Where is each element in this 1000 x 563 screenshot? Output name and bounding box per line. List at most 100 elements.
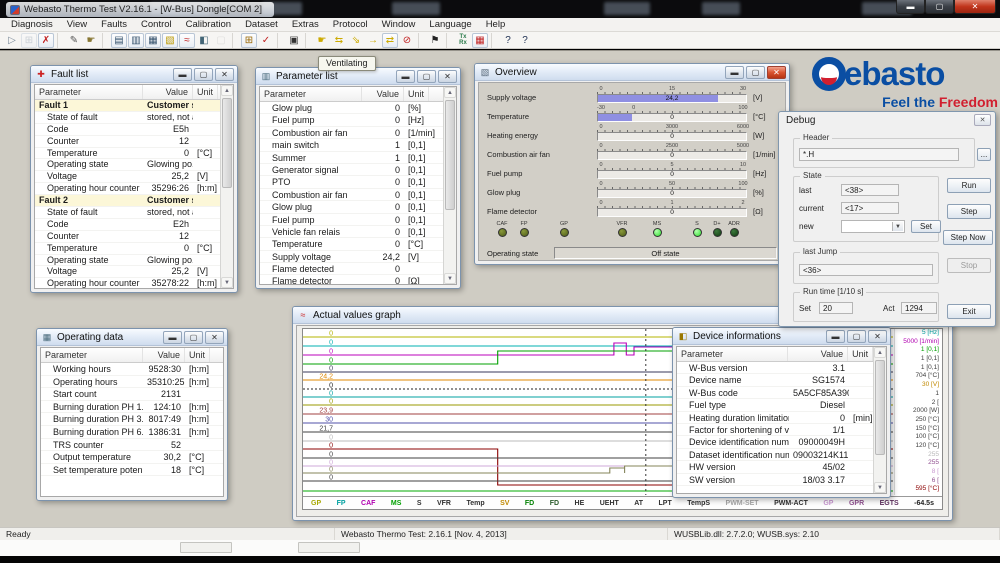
column-header-value[interactable]: Value (362, 87, 404, 101)
tx-rx-icon[interactable]: Tx Rx (455, 33, 471, 48)
step-now-button[interactable]: Step Now (943, 230, 993, 245)
table-row[interactable]: Glow plug0[%] (260, 102, 443, 114)
exit-button[interactable]: Exit (947, 304, 991, 319)
restore-button[interactable]: ▢ (847, 330, 866, 343)
debug-titlebar[interactable]: Debug ✕ (779, 112, 995, 128)
scroll-down-icon[interactable]: ▼ (221, 277, 233, 288)
operating-data-titlebar[interactable]: ▦ Operating data ▬ ▢ ✕ (37, 329, 227, 346)
flag-icon[interactable]: ⚑ (427, 33, 443, 48)
run-button[interactable]: Run (947, 178, 991, 193)
device-info-titlebar[interactable]: ◧ Device informations ▬ ▢ ✕ (673, 328, 890, 345)
table-row[interactable]: Temperature0[°C] (260, 238, 443, 250)
delete-fault-icon[interactable]: ✗ (38, 33, 54, 48)
table-row[interactable]: Glow plug0[0,1] (260, 201, 443, 213)
scroll-down-icon[interactable]: ▼ (444, 273, 456, 284)
table-row[interactable]: Temperature0[°C] (35, 243, 220, 255)
menu-item-diagnosis[interactable]: Diagnosis (4, 19, 60, 30)
table-row[interactable]: Summer1[0,1] (260, 152, 443, 164)
scroll-down-icon[interactable]: ▼ (874, 482, 886, 493)
table-row[interactable]: State of faultstored, not a... (35, 112, 220, 124)
column-header-unit[interactable]: Unit (404, 87, 429, 101)
table-row[interactable]: W-Bus code5A5CF85A3900 (677, 387, 873, 399)
table-row[interactable]: State of faultstored, not a... (35, 207, 220, 219)
point-icon[interactable]: ☛ (83, 33, 99, 48)
menu-item-control[interactable]: Control (134, 19, 179, 30)
close-icon[interactable]: ✕ (974, 114, 991, 126)
minimize-button[interactable]: ▬ (725, 66, 744, 79)
table-row[interactable]: Device nameSG1574 (677, 374, 873, 386)
overview-window-icon[interactable]: ▧ (162, 33, 178, 48)
table-row[interactable]: TRS counter52 (41, 439, 223, 452)
column-header-unit[interactable]: Unit (848, 347, 873, 361)
overview-titlebar[interactable]: ▧ Overview ▬ ▢ ✕ (475, 64, 789, 81)
set-button[interactable]: Set (911, 220, 941, 233)
parameter-list-scrollbar[interactable]: ▲ ▼ (443, 87, 456, 284)
table-row[interactable]: Fault 2Customer s... (35, 195, 220, 207)
column-header-value[interactable]: Value (143, 348, 185, 362)
table-row[interactable]: Fault 1Customer s... (35, 100, 220, 112)
table-row[interactable]: Voltage25,2[V] (35, 171, 220, 183)
table-row[interactable]: CodeE5h (35, 124, 220, 136)
close-button[interactable]: ✕ (954, 0, 996, 14)
runtime-set-field[interactable]: 20 (819, 302, 853, 314)
table-row[interactable]: Combustion air fan0[1/min] (260, 127, 443, 139)
table-row[interactable]: Operating stateGlowing po... (35, 255, 220, 267)
table-row[interactable]: Vehicle fan relais0[0,1] (260, 226, 443, 238)
menu-item-window[interactable]: Window (375, 19, 423, 30)
scroll-up-icon[interactable]: ▲ (874, 347, 886, 358)
device-info-window-icon[interactable]: ◧ (196, 33, 212, 48)
menu-item-view[interactable]: View (60, 19, 94, 30)
table-row[interactable]: SW version18/03 3.17 (677, 474, 873, 486)
table-row[interactable]: Voltage25,2[V] (35, 266, 220, 278)
table-row[interactable]: HW version45/02 (677, 461, 873, 473)
table-row[interactable]: Start count2131 (41, 388, 223, 401)
menu-item-dataset[interactable]: Dataset (238, 19, 285, 30)
table-row[interactable]: PTO0[0,1] (260, 176, 443, 188)
red-grid-icon[interactable]: ▦ (472, 33, 488, 48)
browse-button[interactable]: ... (977, 148, 991, 161)
check-edit-icon[interactable]: ✓ (258, 33, 274, 48)
table-row[interactable]: Counter12 (35, 136, 220, 148)
scroll-thumb[interactable] (875, 360, 885, 455)
step-button[interactable]: Step (947, 204, 991, 219)
add-window-icon[interactable]: ⊞ (241, 33, 257, 48)
restore-button[interactable]: ▢ (184, 331, 203, 344)
table-row[interactable]: Counter12 (35, 231, 220, 243)
table-row[interactable]: CodeE2h (35, 219, 220, 231)
menu-item-protocol[interactable]: Protocol (326, 19, 375, 30)
table-row[interactable]: Operating hours35310:25[h:m] (41, 376, 223, 389)
table-row[interactable]: Combustion air fan0[0,1] (260, 189, 443, 201)
fault-list-titlebar[interactable]: ✚ Fault list ▬ ▢ ✕ (31, 66, 237, 83)
column-header-parameter[interactable]: Parameter (41, 348, 143, 362)
menu-item-extras[interactable]: Extras (285, 19, 326, 30)
new-state-combobox[interactable]: ▼ (841, 220, 905, 233)
device-info-scrollbar[interactable]: ▲ ▼ (873, 347, 886, 493)
restore-button[interactable]: ▢ (417, 70, 436, 83)
close-icon[interactable]: ✕ (438, 70, 457, 83)
fault-list-scrollbar[interactable]: ▲ ▼ (220, 85, 233, 288)
minimize-button[interactable]: ▬ (826, 330, 845, 343)
menu-item-calibration[interactable]: Calibration (179, 19, 238, 30)
operating-data-window-icon[interactable]: ▦ (145, 33, 161, 48)
window-icon[interactable]: ▢ (213, 33, 229, 48)
column-header-unit[interactable]: Unit (185, 348, 210, 362)
table-row[interactable]: Fuel typeDiesel (677, 399, 873, 411)
table-row[interactable]: Flame detector0[Ω] (260, 275, 443, 285)
graph-window-icon[interactable]: ≈ (179, 33, 195, 48)
column-header-value[interactable]: Value (788, 347, 848, 361)
table-row[interactable]: Working hours9528:30[h:m] (41, 363, 223, 376)
column-header-unit[interactable]: Unit (193, 85, 218, 99)
grid-icon[interactable]: ⊞ (21, 33, 37, 48)
taskbar-button[interactable] (298, 542, 360, 553)
table-row[interactable]: Set temperature poten...18[°C] (41, 464, 223, 477)
table-row[interactable]: Supply voltage24,2[V] (260, 251, 443, 263)
table-row[interactable]: Generator signal0[0,1] (260, 164, 443, 176)
menu-item-language[interactable]: Language (422, 19, 478, 30)
table-row[interactable]: Temperature0[°C] (35, 148, 220, 160)
exchange-icon[interactable]: ⇄ (382, 33, 398, 48)
minimize-button[interactable]: ▬ (896, 0, 925, 14)
minimize-button[interactable]: ▬ (173, 68, 192, 81)
table-row[interactable]: Burning duration PH 3...8017:49[h:m] (41, 413, 223, 426)
table-row[interactable]: Device identification numb...09000049H (677, 436, 873, 448)
help-icon[interactable]: ? (500, 33, 516, 48)
